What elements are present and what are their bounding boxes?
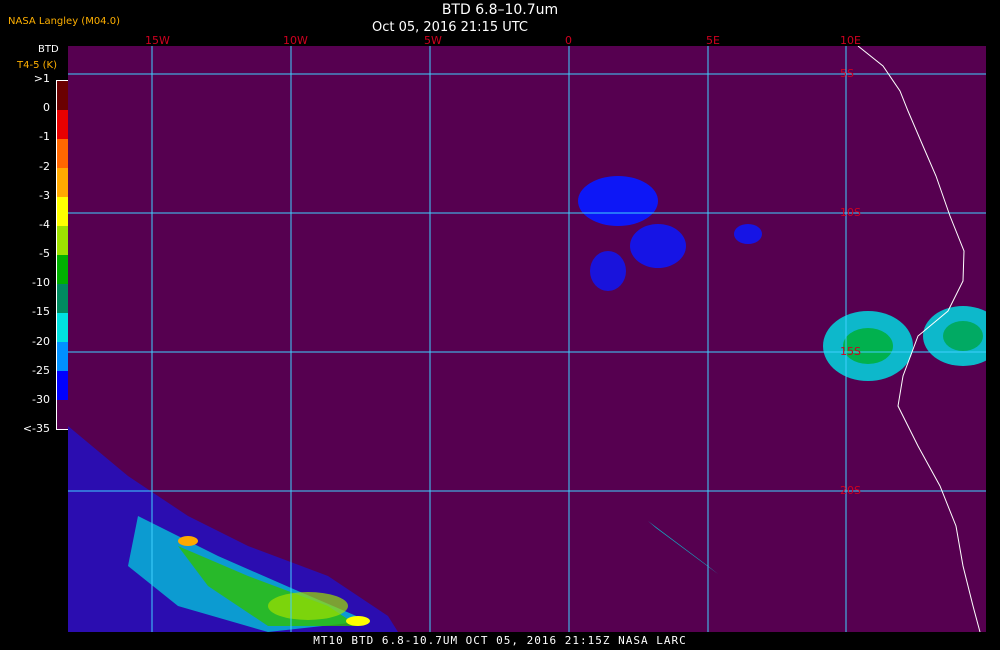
source-label: NASA Langley (M04.0) [8, 16, 120, 27]
cloud-field-northeast [578, 176, 986, 381]
legend-unit: T4-5 (K) [17, 60, 57, 71]
color-bar-tick-label: <-35 [22, 422, 50, 435]
cloud-field-southwest [68, 426, 718, 632]
color-bar-tick-label: 0 [43, 101, 50, 115]
color-bar-tick-label: -30 [32, 392, 50, 406]
lon-label-15w: 15W [145, 34, 170, 47]
legend-title: BTD [38, 44, 59, 55]
lon-label-5w: 5W [424, 34, 442, 47]
lon-label-10e: 10E [840, 34, 861, 47]
lon-label-0: 0 [565, 34, 572, 47]
color-bar-tick-label: -1 [39, 130, 50, 144]
color-bar-tick-label: -20 [32, 334, 50, 348]
lat-label-20s: 20S [840, 484, 861, 497]
color-bar-tick-label: -10 [32, 276, 50, 290]
footer-caption: MT10 BTD 6.8-10.7UM OCT 05, 2016 21:15Z … [313, 634, 687, 647]
color-bar-tick-label: -15 [32, 305, 50, 319]
color-bar-tick-label: -3 [39, 188, 50, 202]
color-bar-tick-label: -5 [39, 247, 50, 260]
lat-label-15s: 15S [840, 345, 861, 358]
map-canvas [68, 46, 986, 632]
color-bar-tick-label: >1 [33, 72, 50, 85]
color-bar-tick-label: -4 [39, 217, 50, 231]
map-subtitle: Oct 05, 2016 21:15 UTC [372, 20, 528, 35]
color-bar-tick-label: -25 [32, 363, 50, 377]
map-title: BTD 6.8–10.7um [441, 2, 559, 18]
lon-label-10w: 10W [283, 34, 308, 47]
lat-label-5s: 5S [840, 67, 854, 80]
lon-label-5e: 5E [706, 34, 720, 47]
map-svg [68, 46, 986, 632]
lat-label-10s: 10S [840, 206, 861, 219]
color-bar-tick-label: -2 [39, 159, 50, 173]
